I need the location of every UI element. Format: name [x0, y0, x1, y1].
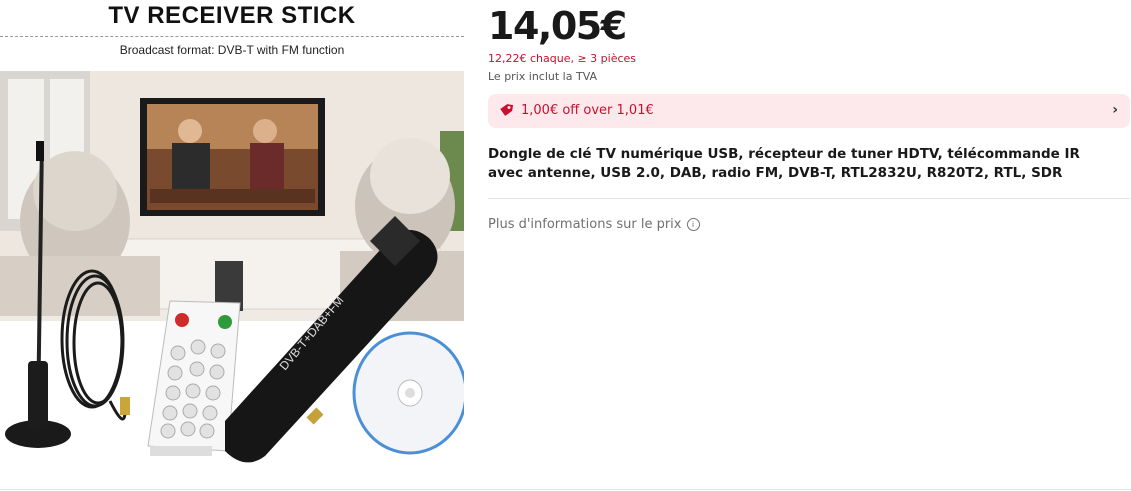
more-price-info-label: Plus d'informations sur le prix	[488, 217, 682, 232]
bottom-divider	[0, 489, 1131, 490]
price-panel: 14,05€ 12,22€ chaque, ≥ 3 pièces Le prix…	[488, 0, 1131, 491]
tag-icon	[500, 104, 514, 116]
current-price: 14,05€	[488, 4, 627, 48]
banner-subtitle: Broadcast format: DVB-T with FM function	[119, 43, 345, 57]
bulk-price: 12,22€ chaque, ≥ 3 pièces	[488, 52, 637, 65]
chevron-right-icon[interactable]: ›	[1112, 102, 1118, 118]
info-icon[interactable]: i	[686, 218, 700, 231]
divider	[488, 198, 1130, 199]
coupon-text: 1,00€ off over 1,01€	[521, 103, 654, 118]
product-title: Dongle de clé TV numérique USB, récepteu…	[488, 146, 1080, 181]
banner-divider	[0, 36, 464, 37]
product-image[interactable]: TV RECEIVER STICK Broadcast format: DVB-…	[0, 0, 464, 491]
coupon-banner[interactable]: 1,00€ off over 1,01€ ›	[488, 94, 1130, 128]
vat-note: Le prix inclut la TVA	[488, 70, 598, 83]
more-price-info[interactable]: Plus d'informations sur le prix i	[488, 217, 700, 232]
banner-title: TV RECEIVER STICK	[108, 2, 356, 29]
driver-cd	[352, 331, 464, 455]
product-photo: DVB-T+DAB+FM	[0, 71, 464, 491]
